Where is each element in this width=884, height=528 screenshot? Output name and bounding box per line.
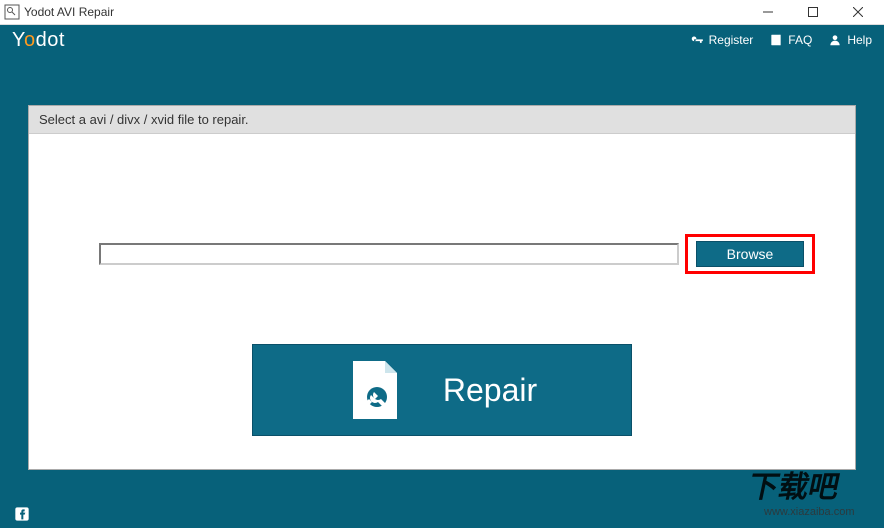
repair-label: Repair <box>443 372 537 409</box>
help-link[interactable]: Help <box>828 33 872 47</box>
faq-link[interactable]: FAQ <box>769 33 812 47</box>
app-header: Yodot Register FAQ Help <box>0 25 884 55</box>
logo-text: Yodot <box>12 29 65 52</box>
app-icon <box>4 4 20 20</box>
window-titlebar: Yodot AVI Repair <box>0 0 884 25</box>
file-input-row: Browse <box>59 234 825 274</box>
help-label: Help <box>847 33 872 47</box>
browse-label: Browse <box>727 246 774 262</box>
faq-label: FAQ <box>788 33 812 47</box>
register-link[interactable]: Register <box>690 33 754 47</box>
file-path-input[interactable] <box>99 243 679 265</box>
person-icon <box>828 33 842 47</box>
repair-button[interactable]: Repair <box>252 344 632 436</box>
header-links: Register FAQ Help <box>690 33 872 47</box>
facebook-icon[interactable] <box>14 506 30 522</box>
book-icon <box>769 33 783 47</box>
instruction-bar: Select a avi / divx / xvid file to repai… <box>29 106 855 134</box>
window-controls <box>745 0 880 25</box>
browse-highlight: Browse <box>685 234 815 274</box>
repair-file-icon <box>347 359 403 421</box>
main-area: Browse Repair <box>29 234 855 436</box>
key-icon <box>690 33 704 47</box>
logo: Yodot <box>12 29 65 52</box>
footer-bar <box>0 500 884 528</box>
content-panel: Select a avi / divx / xvid file to repai… <box>28 105 856 470</box>
maximize-button[interactable] <box>790 0 835 25</box>
minimize-button[interactable] <box>745 0 790 25</box>
app-body: Select a avi / divx / xvid file to repai… <box>0 55 884 500</box>
register-label: Register <box>709 33 754 47</box>
close-button[interactable] <box>835 0 880 25</box>
browse-button[interactable]: Browse <box>696 241 804 267</box>
window-title: Yodot AVI Repair <box>24 5 745 19</box>
